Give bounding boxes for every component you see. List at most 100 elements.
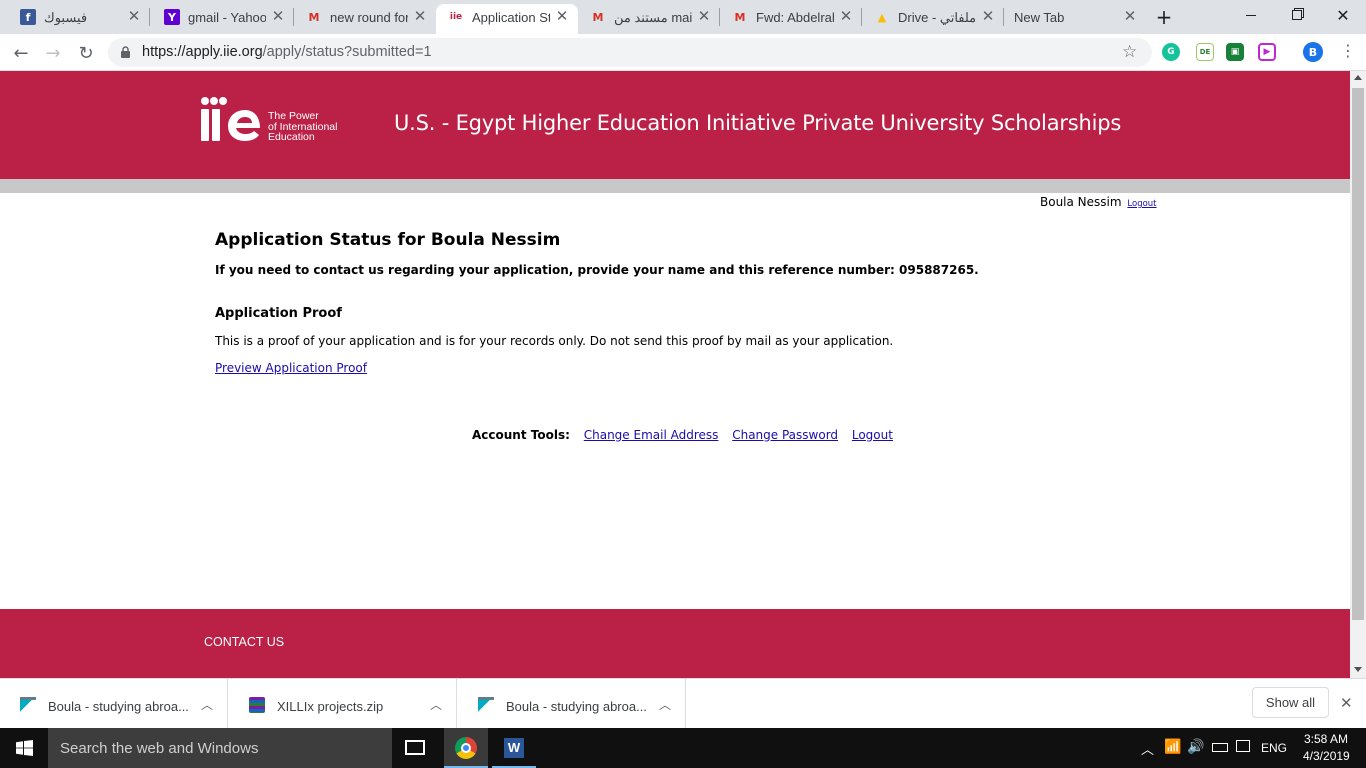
search-placeholder: Search the web and Windows [60, 740, 259, 757]
grammarly-extension-icon[interactable]: G [1162, 43, 1180, 61]
restore-icon [1292, 10, 1302, 20]
browser-tab[interactable]: New Tab ✕ [1004, 0, 1146, 34]
gmail-icon: M [592, 10, 604, 24]
show-all-downloads-button[interactable]: Show all [1252, 687, 1329, 718]
clock-time[interactable]: 3:58 AM [1304, 732, 1348, 746]
sheets-extension-icon[interactable]: ▣ [1226, 43, 1244, 61]
minimize-button[interactable] [1228, 0, 1274, 30]
reload-button[interactable]: ↻ [73, 40, 99, 66]
scroll-up-arrow-icon[interactable] [1354, 75, 1362, 80]
user-info: Boula Nessim Logout [1040, 195, 1157, 209]
task-view-icon[interactable] [405, 740, 425, 755]
browser-tab[interactable]: f فيسبوك ✕ [8, 0, 150, 34]
chrome-taskbar-icon[interactable] [444, 728, 488, 768]
tab-close-icon[interactable]: ✕ [270, 8, 286, 24]
bookmark-star-icon[interactable]: ☆ [1122, 42, 1137, 62]
chrome-icon [455, 737, 477, 759]
account-tools-label: Account Tools: [472, 428, 570, 442]
close-window-button[interactable]: ✕ [1320, 0, 1366, 30]
installer-icon [20, 697, 36, 713]
language-indicator[interactable]: ENG [1261, 741, 1287, 755]
battery-icon[interactable] [1212, 743, 1228, 752]
word-taskbar-icon[interactable]: W [492, 728, 536, 768]
tab-close-icon[interactable]: ✕ [126, 8, 142, 24]
media-extension-icon[interactable]: ▶ [1258, 43, 1276, 61]
show-hidden-icons-chevron-icon[interactable]: ︿ [1141, 739, 1154, 758]
account-logout-link[interactable]: Logout [852, 428, 893, 442]
iie-logo[interactable] [200, 96, 264, 142]
contact-note: If you need to contact us regarding your… [215, 263, 979, 277]
restore-button[interactable] [1274, 0, 1320, 30]
proof-heading: Application Proof [215, 306, 342, 321]
chevron-up-icon[interactable]: ︿ [430, 696, 442, 713]
windows-start-icon[interactable] [16, 740, 33, 756]
scrollbar-thumb[interactable] [1352, 88, 1364, 620]
logo-tagline-line: Education [268, 131, 315, 143]
tab-close-icon[interactable]: ✕ [554, 8, 570, 24]
browser-tab[interactable]: M مستند من mail ✕ [578, 0, 720, 34]
browser-tab[interactable]: iie Application Sta ✕ [436, 4, 578, 34]
browser-tab[interactable]: ▲ Drive - ملفاتي ✕ [862, 0, 1004, 34]
action-center-icon[interactable] [1236, 740, 1250, 752]
taskbar-search-input[interactable]: Search the web and Windows [48, 728, 392, 768]
tab-close-icon[interactable]: ✕ [1122, 8, 1138, 24]
lock-icon [121, 46, 130, 58]
archive-icon [249, 697, 265, 713]
download-item[interactable]: XILLIx projects.zip ︿ [229, 679, 457, 729]
tab-close-icon[interactable]: ✕ [696, 8, 712, 24]
chevron-up-icon[interactable]: ︿ [659, 696, 671, 713]
preview-proof-link[interactable]: Preview Application Proof [215, 361, 367, 375]
url-path: /apply/status?submitted=1 [262, 44, 432, 60]
wifi-icon[interactable]: 📶 [1164, 738, 1181, 755]
close-icon: ✕ [1336, 5, 1350, 25]
translate-extension-icon[interactable]: DE [1196, 43, 1214, 61]
browser-tab[interactable]: Ygmail - Yahoo ✕ [152, 0, 294, 34]
tab-title: new round for [330, 10, 408, 25]
yahoo-icon: Y [164, 9, 180, 25]
site-footer: CONTACT US [0, 609, 1350, 678]
browser-tab[interactable]: M Fwd: Abdelrah ✕ [720, 0, 862, 34]
header-logout-link[interactable]: Logout [1127, 199, 1156, 209]
change-email-link[interactable]: Change Email Address [584, 428, 719, 442]
profile-avatar[interactable]: B [1303, 42, 1323, 62]
new-tab-button[interactable]: + [1152, 5, 1176, 29]
word-icon: W [504, 738, 524, 758]
address-bar[interactable]: https://apply.iie.org/apply/status?submi… [108, 38, 1152, 67]
header-divider [0, 179, 1350, 193]
scroll-down-arrow-icon[interactable] [1354, 667, 1362, 672]
clock-date[interactable]: 4/3/2019 [1303, 749, 1350, 763]
download-filename: Boula - studying abroa... [48, 699, 189, 714]
change-password-link[interactable]: Change Password [732, 428, 838, 442]
tab-close-icon[interactable]: ✕ [412, 8, 428, 24]
download-item[interactable]: Boula - studying abroa... ︿ [0, 679, 228, 729]
chevron-up-icon[interactable]: ︿ [201, 696, 213, 713]
tab-title: Fwd: Abdelrah [756, 10, 834, 25]
forward-arrow-icon: → [45, 42, 61, 64]
close-downloads-button[interactable]: ✕ [1340, 694, 1353, 712]
back-arrow-icon: ← [13, 42, 29, 64]
tab-separator [149, 8, 150, 26]
tab-title: Application Sta [472, 10, 550, 25]
logo-tagline-line: The Power [268, 110, 319, 122]
tab-title: مستند من mail [614, 10, 692, 25]
iie-icon: iie [449, 12, 463, 22]
logo-tagline: The Power of International Education [268, 111, 337, 143]
facebook-icon: f [20, 9, 36, 25]
browser-tab[interactable]: Mnew round for ✕ [294, 0, 436, 34]
download-filename: Boula - studying abroa... [506, 699, 647, 714]
download-filename: XILLIx projects.zip [277, 699, 384, 714]
minimize-icon [1246, 14, 1256, 16]
forward-button[interactable]: → [40, 40, 66, 66]
back-button[interactable]: ← [8, 40, 34, 66]
tab-close-icon[interactable]: ✕ [838, 8, 854, 24]
tab-title: Drive - ملفاتي [898, 10, 976, 25]
menu-kebab-icon[interactable]: ⋮ [1340, 43, 1356, 59]
tab-close-icon[interactable]: ✕ [980, 8, 996, 24]
download-item[interactable]: Boula - studying abroa... ︿ [458, 679, 686, 729]
url-host: https://apply.iie.org [142, 44, 263, 60]
contact-us-link[interactable]: CONTACT US [204, 635, 284, 649]
tab-title: gmail - Yahoo [188, 10, 266, 25]
tab-strip: f فيسبوك ✕ Ygmail - Yahoo ✕ Mnew round for ✕ ii… [0, 0, 1366, 34]
downloads-bar: Boula - studying abroa... ︿ XILLIx project… [0, 678, 1366, 729]
volume-icon[interactable]: 🔊 [1187, 738, 1204, 755]
